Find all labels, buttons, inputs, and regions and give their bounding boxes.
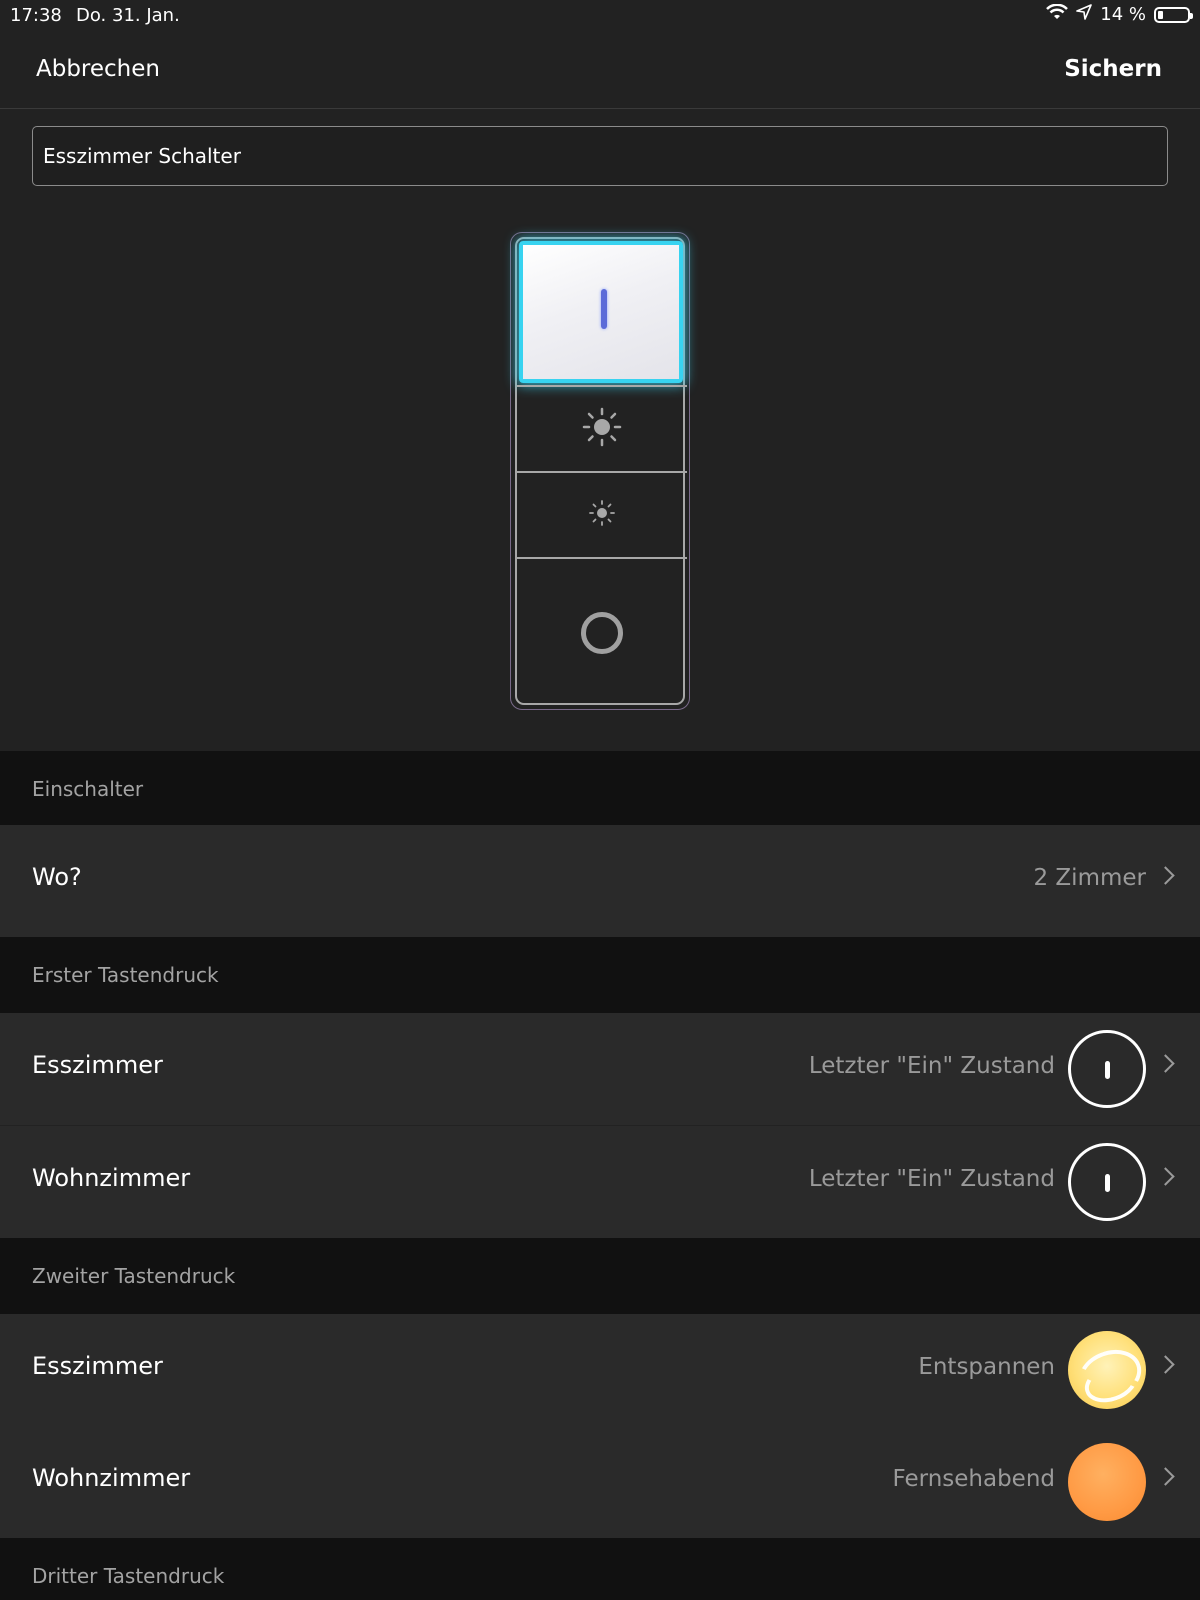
battery-icon <box>1154 6 1193 23</box>
chevron-right-icon <box>1156 1355 1175 1374</box>
status-bar: 17:38 Do. 31. Jan. 14 % <box>0 0 1200 32</box>
where-value: 2 Zimmer <box>1033 865 1146 891</box>
battery-percent: 14 % <box>1100 4 1146 25</box>
sun-large-icon <box>582 407 622 451</box>
power-icon <box>1068 1030 1146 1108</box>
action-value: Letzter "Ein" Zustand <box>808 1166 1055 1192</box>
scene-value: Fernsehabend <box>892 1466 1055 1492</box>
chevron-right-icon <box>1156 1054 1175 1073</box>
dimmer-switch-illustration <box>510 232 690 710</box>
room-label: Wohnzimmer <box>32 1464 191 1492</box>
where-row[interactable]: Wo? 2 Zimmer <box>0 825 1200 937</box>
where-label: Wo? <box>32 863 82 891</box>
tv-scene-icon <box>1068 1443 1146 1521</box>
status-time: 17:38 <box>10 5 62 26</box>
section-header-first-press: Erster Tastendruck <box>0 937 1200 1013</box>
power-on-icon <box>601 289 607 329</box>
dim-button[interactable] <box>517 471 687 557</box>
status-right: 14 % <box>1046 3 1193 25</box>
on-button-selected[interactable] <box>519 241 683 383</box>
wifi-icon <box>1046 3 1069 25</box>
first-press-row-wohnzimmer[interactable]: Wohnzimmer Letzter "Ein" Zustand <box>0 1126 1200 1238</box>
second-press-row-wohnzimmer[interactable]: Wohnzimmer Fernsehabend <box>0 1426 1200 1538</box>
second-press-row-esszimmer[interactable]: Esszimmer Entspannen <box>0 1314 1200 1426</box>
action-value: Letzter "Ein" Zustand <box>808 1053 1055 1079</box>
sun-small-icon <box>589 500 615 530</box>
chevron-right-icon <box>1156 1167 1175 1186</box>
location-arrow-icon <box>1076 4 1093 25</box>
section-header-third-press: Dritter Tastendruck <box>0 1538 1200 1600</box>
scene-value: Entspannen <box>918 1354 1055 1380</box>
chevron-right-icon <box>1156 866 1175 885</box>
dimmer-switch-body <box>515 237 687 707</box>
first-press-row-esszimmer[interactable]: Esszimmer Letzter "Ein" Zustand <box>0 1013 1200 1125</box>
chevron-right-icon <box>1156 1467 1175 1486</box>
switch-name-input[interactable] <box>32 126 1168 186</box>
room-label: Esszimmer <box>32 1051 163 1079</box>
save-button[interactable]: Sichern <box>1064 56 1162 82</box>
brighten-button[interactable] <box>517 385 687 471</box>
room-label: Wohnzimmer <box>32 1164 191 1192</box>
section-header-second-press: Zweiter Tastendruck <box>0 1238 1200 1314</box>
power-icon <box>1068 1143 1146 1221</box>
cancel-button[interactable]: Abbrechen <box>36 56 160 82</box>
off-button[interactable] <box>517 557 687 707</box>
section-header-einschalter: Einschalter <box>0 751 1200 825</box>
navigation-bar: Abbrechen Sichern <box>0 34 1200 109</box>
status-date: Do. 31. Jan. <box>76 5 180 26</box>
room-label: Esszimmer <box>32 1352 163 1380</box>
power-off-icon <box>581 612 623 654</box>
relax-scene-icon <box>1068 1331 1146 1409</box>
